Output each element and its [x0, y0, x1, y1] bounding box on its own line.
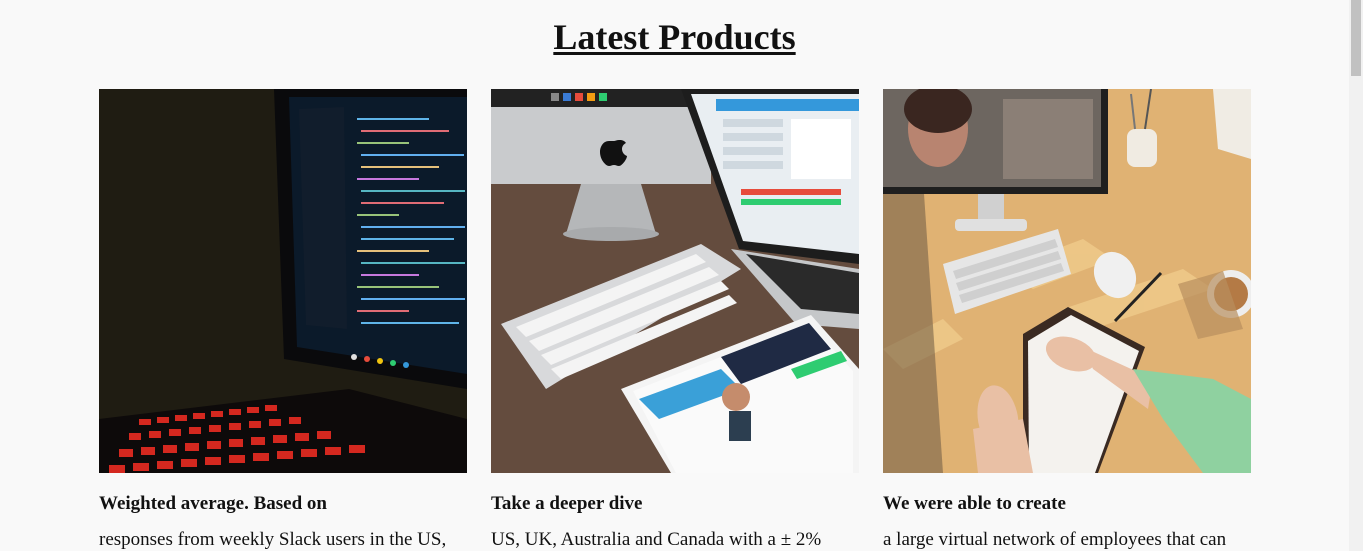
product-image-laptop-code[interactable] — [99, 89, 467, 473]
page: Latest Products Weighted average. Based … — [0, 0, 1363, 551]
product-image-video-call-desk[interactable] — [883, 89, 1251, 473]
scrollbar-thumb[interactable] — [1351, 0, 1361, 76]
product-description: responses from weekly Slack users in the… — [99, 529, 447, 550]
product-image-apple-devices[interactable] — [491, 89, 859, 473]
section-title: Latest Products — [553, 17, 796, 57]
product-card[interactable]: Take a deeper dive US, UK, Australia and… — [491, 89, 859, 551]
product-card[interactable]: We were able to create a large virtual n… — [883, 89, 1251, 551]
product-description: a large virtual network of employees tha… — [883, 529, 1227, 550]
product-card[interactable]: Weighted average. Based on responses fro… — [99, 89, 467, 551]
product-heading: Take a deeper dive — [491, 493, 643, 514]
product-heading: We were able to create — [883, 493, 1066, 514]
vertical-scrollbar[interactable] — [1349, 0, 1363, 551]
product-heading: Weighted average. Based on — [99, 493, 327, 514]
product-description: US, UK, Australia and Canada with a ± 2% — [491, 529, 822, 550]
